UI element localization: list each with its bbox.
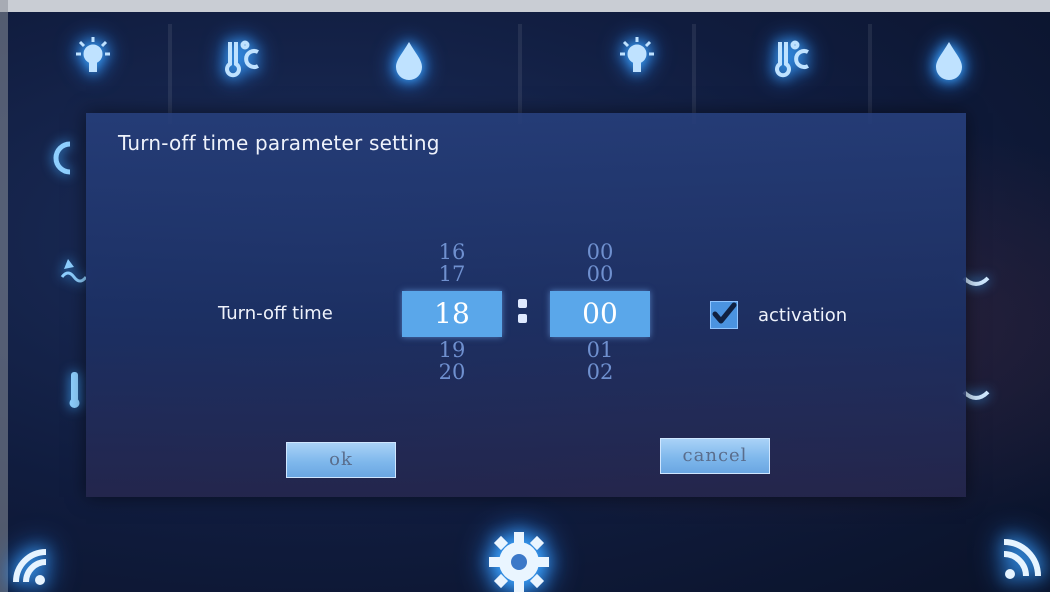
minute-option[interactable]: 00	[550, 241, 650, 263]
cancel-button[interactable]: cancel	[660, 438, 770, 474]
divider	[518, 24, 522, 124]
water-drop-icon[interactable]	[924, 34, 974, 84]
side-partial-icon[interactable]	[60, 255, 88, 285]
activation-label: activation	[758, 305, 848, 326]
hour-option[interactable]: 17	[402, 263, 502, 285]
wifi-left-icon[interactable]	[6, 532, 54, 588]
divider	[168, 24, 172, 124]
dialog-title: Turn-off time parameter setting	[118, 131, 440, 155]
activation-checkbox[interactable]	[710, 301, 738, 329]
thermometer-icon[interactable]	[218, 34, 268, 84]
lightbulb-icon[interactable]	[612, 34, 662, 84]
screen-bezel-top	[0, 0, 1050, 12]
side-partial-icon[interactable]	[962, 386, 990, 406]
wifi-right-icon[interactable]	[998, 530, 1048, 588]
divider	[868, 24, 872, 124]
minute-option[interactable]: 00	[550, 263, 650, 285]
side-partial-icon[interactable]	[66, 370, 84, 410]
hour-option[interactable]: 20	[402, 361, 502, 383]
hour-selected[interactable]: 18	[402, 291, 502, 337]
minute-option[interactable]: 01	[550, 339, 650, 361]
turn-off-time-dialog: Turn-off time parameter setting Turn-off…	[86, 113, 966, 497]
settings-gear-icon[interactable]	[484, 526, 554, 592]
water-drop-icon[interactable]	[384, 34, 434, 84]
hour-option[interactable]: 19	[402, 339, 502, 361]
side-partial-icon[interactable]	[962, 272, 990, 292]
hour-picker[interactable]: 16 17 18 19 20	[402, 241, 502, 431]
ok-button[interactable]: ok	[286, 442, 396, 478]
side-partial-icon[interactable]	[46, 136, 80, 180]
device-screen: Turn-off time parameter setting Turn-off…	[0, 0, 1050, 592]
hour-option[interactable]: 16	[402, 241, 502, 263]
minute-picker[interactable]: 00 00 00 01 02	[550, 241, 650, 431]
thermometer-icon[interactable]	[768, 34, 818, 84]
turn-off-time-label: Turn-off time	[218, 303, 333, 324]
minute-option[interactable]: 02	[550, 361, 650, 383]
lightbulb-icon[interactable]	[68, 34, 118, 84]
minute-selected[interactable]: 00	[550, 291, 650, 337]
time-separator	[518, 297, 528, 327]
divider	[692, 24, 696, 124]
checkmark-icon	[712, 302, 737, 324]
top-icon-bar	[0, 12, 1050, 124]
